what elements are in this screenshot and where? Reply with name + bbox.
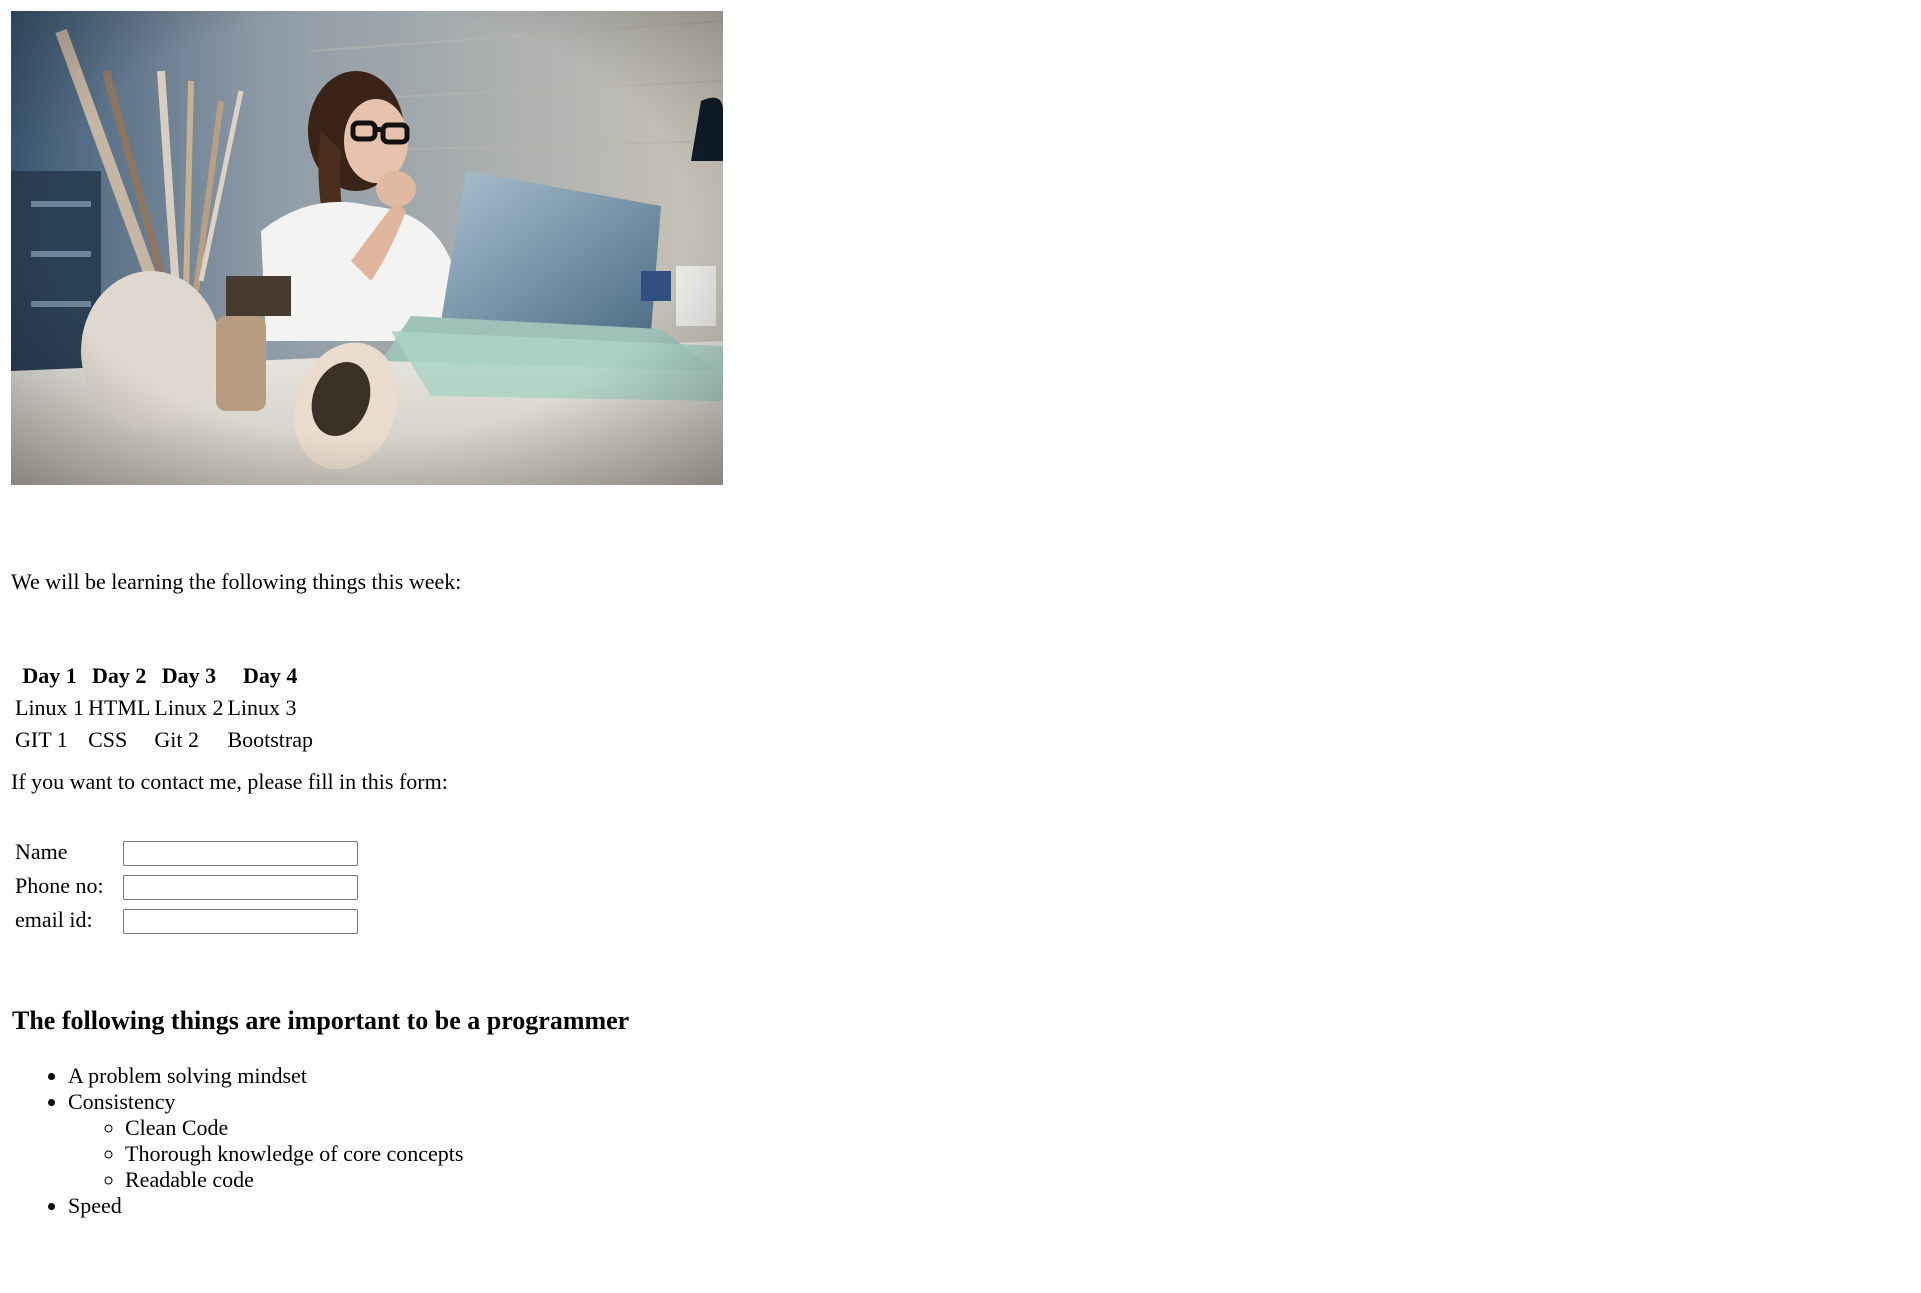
schedule-header-cell: Day 3 [161,663,217,688]
schedule-cell: Linux 1 [15,695,85,720]
sublist-item: Thorough knowledge of core concepts [125,1141,463,1167]
name-field[interactable] [123,840,358,866]
schedule-cell: CSS [88,727,128,752]
schedule-header-cell: Day 4 [243,663,298,688]
name-field-cell [123,837,358,867]
consistency-sublist: Clean Code Thorough knowledge of core co… [68,1115,463,1193]
schedule-cell: Linux 2 [154,695,224,720]
list-item-label: Consistency [68,1089,176,1114]
schedule-table: Day 1 Day 2 Day 3 Day 4 Linux 1 HTML Lin… [11,659,317,757]
list-item: A problem solving mindset [68,1063,463,1089]
list-item: Speed [68,1193,463,1219]
form-row-email: email id: [15,905,358,935]
hero-photo [11,11,723,485]
schedule-cell: Linux 3 [227,695,297,720]
sublist-item: Readable code [125,1167,463,1193]
sublist-item: Clean Code [125,1115,463,1141]
schedule-cell: Git 2 [154,727,200,752]
programmer-list: A problem solving mindset Consistency Cl… [11,1063,463,1219]
schedule-header-cell: Day 1 [22,663,77,688]
contact-form: Name Phone no: email id: [11,833,362,939]
schedule-header-row: Day 1 Day 2 Day 3 Day 4 [15,661,313,691]
schedule-header-cell: Day 2 [92,663,147,688]
phone-field[interactable] [123,874,358,900]
schedule-cell: Bootstrap [227,727,314,752]
contact-text: If you want to contact me, please fill i… [11,769,448,794]
email-label: email id: [15,907,93,932]
page: We will be learning the following things… [11,11,723,1218]
important-heading: The following things are important to be… [12,1006,630,1035]
form-row-name: Name [15,837,358,867]
phone-label: Phone no: [15,873,104,898]
schedule-cell: GIT 1 [15,727,68,752]
intro-text: We will be learning the following things… [11,569,462,594]
name-label: Name [15,839,68,864]
table-row: GIT 1 CSS Git 2 Bootstrap [15,725,313,755]
schedule-cell: HTML [88,695,151,720]
email-field-cell [123,905,358,935]
phone-field-cell [123,871,358,901]
list-item: Consistency Clean Code Thorough knowledg… [68,1089,463,1193]
email-field[interactable] [123,908,358,934]
table-row: Linux 1 HTML Linux 2 Linux 3 [15,693,313,723]
form-row-phone: Phone no: [15,871,358,901]
